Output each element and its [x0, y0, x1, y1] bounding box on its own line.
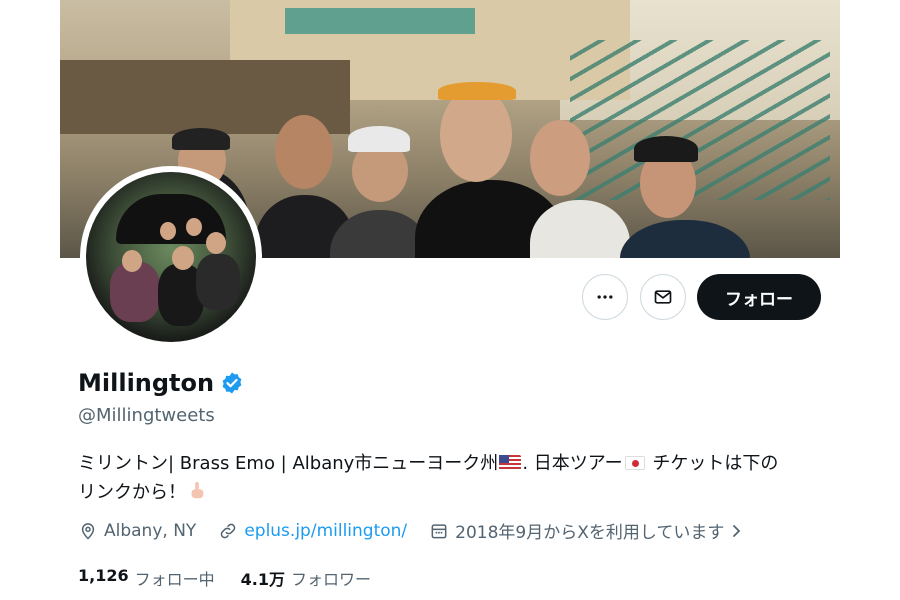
link-icon: [221, 523, 236, 538]
band-member-head: [275, 115, 333, 189]
more-horizontal-icon: [597, 295, 613, 299]
avatar-face: [172, 246, 194, 270]
avatar-figure: [196, 254, 240, 310]
band-member-cap: [634, 136, 698, 162]
banner-building-stripe: [285, 8, 475, 34]
user-handle: @Millingtweets: [78, 405, 215, 426]
avatar-photo: [86, 172, 256, 342]
profile-avatar[interactable]: [80, 166, 262, 348]
profile-bio: ミリントン| Brass Emo | Albany市ニューヨーク州 . 日本ツアー…: [78, 449, 838, 507]
location-pin-icon: [81, 522, 95, 540]
profile-meta: Albany, NY eplus.jp/millington/ 2018年9月か…: [78, 518, 766, 543]
us-flag-icon: [499, 455, 522, 470]
followers-stat[interactable]: 4.1万 フォロワー: [241, 566, 371, 590]
bio-text: ミリントン| Brass Emo | Albany市ニューヨーク州: [78, 453, 499, 474]
bio-text: リンクから！: [78, 482, 186, 503]
avatar-face: [206, 232, 226, 254]
chevron-right-icon: [733, 524, 741, 537]
joined-text: 2018年9月からXを利用しています: [455, 523, 725, 543]
mail-icon: [654, 290, 672, 304]
band-member: [620, 220, 750, 258]
following-label: フォロー中: [134, 570, 215, 589]
following-count: 1,126: [78, 566, 129, 585]
banner-stairs: [570, 40, 830, 200]
location-item: Albany, NY: [78, 521, 196, 541]
followers-label: フォロワー: [290, 570, 371, 589]
avatar-face: [122, 250, 142, 272]
avatar-face: [186, 218, 202, 236]
display-name: Millington: [78, 369, 215, 397]
pointing-down-hand-icon: [191, 482, 204, 499]
band-member-cap: [348, 126, 410, 152]
name-row: Millington: [78, 369, 244, 397]
japan-flag-icon: [624, 456, 645, 470]
bio-text: チケットは下の: [646, 453, 779, 474]
bio-text: . 日本ツアー: [522, 453, 623, 474]
avatar-face: [160, 222, 176, 240]
follow-button[interactable]: フォロー: [697, 274, 821, 320]
location-text: Albany, NY: [104, 520, 197, 541]
website-item[interactable]: eplus.jp/millington/: [218, 521, 407, 541]
calendar-icon: [431, 523, 447, 538]
verified-badge-icon[interactable]: [220, 371, 244, 395]
band-member-headband: [438, 82, 516, 100]
band-member-head: [530, 120, 590, 196]
follow-stats: 1,126 フォロー中 4.1万 フォロワー: [78, 566, 371, 590]
joined-item[interactable]: 2018年9月からXを利用しています: [429, 518, 744, 543]
band-member-head: [440, 88, 512, 182]
followers-count: 4.1万: [240, 570, 285, 589]
following-stat[interactable]: 1,126 フォロー中: [78, 566, 215, 590]
band-member-cap: [172, 128, 230, 150]
website-link[interactable]: eplus.jp/millington/: [244, 521, 407, 541]
more-options-button[interactable]: [582, 274, 628, 320]
message-button[interactable]: [640, 274, 686, 320]
